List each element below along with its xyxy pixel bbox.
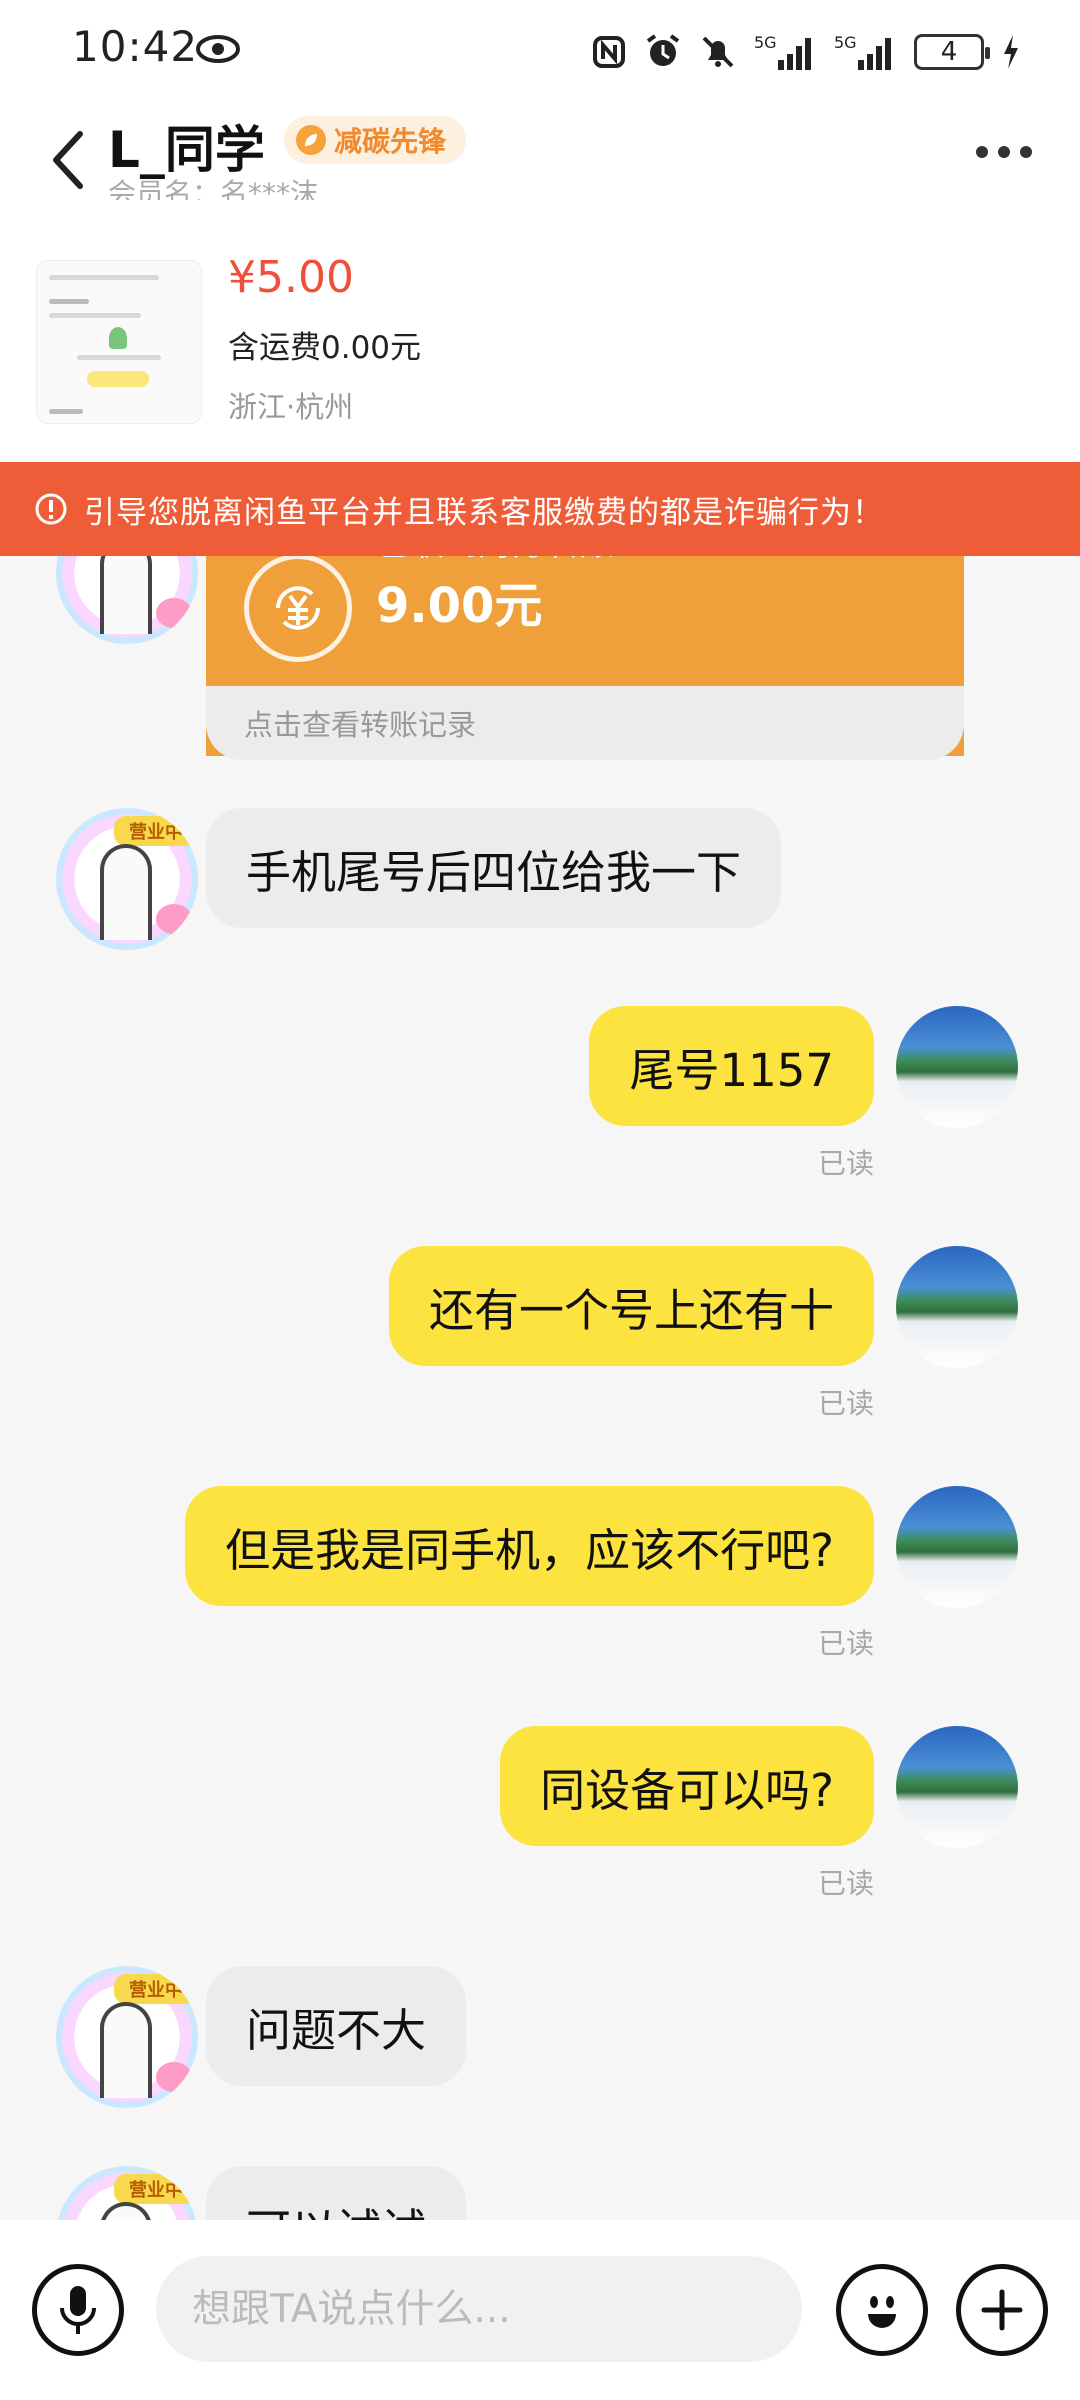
back-arrow-icon[interactable]: [50, 130, 86, 194]
status-time: 10:42: [72, 22, 199, 71]
plus-icon: [981, 2289, 1023, 2331]
nfc-icon: [592, 35, 626, 69]
alarm-icon: [644, 33, 682, 71]
emoji-button[interactable]: [836, 2264, 928, 2356]
smiley-icon: [868, 2296, 896, 2328]
status-icons: 5G 5G 4: [592, 24, 1020, 80]
my-avatar[interactable]: [896, 1246, 1018, 1368]
eye-icon: [196, 34, 240, 68]
svg-text:5G: 5G: [834, 33, 857, 52]
input-bar: [0, 2220, 1080, 2400]
product-thumbnail[interactable]: [36, 260, 202, 424]
signal-icon-1: 5G: [754, 32, 816, 72]
read-receipt: 已读: [817, 1627, 874, 1660]
microphone-icon: [60, 2286, 96, 2334]
more-actions-button[interactable]: [956, 2264, 1048, 2356]
yuan-transfer-icon: [244, 556, 352, 662]
my-avatar[interactable]: [896, 1006, 1018, 1128]
message-list[interactable]: 已收到对方转账 9.00元 点击查看转账记录 营业中 手机尾号后四位给我一下 尾…: [0, 556, 1080, 2220]
message-input[interactable]: [156, 2256, 802, 2362]
chat-header: L_同学 减碳先锋 会员名：名***沫: [0, 100, 1080, 210]
contact-avatar[interactable]: [56, 556, 198, 644]
transfer-title: 已收到对方转账: [376, 556, 614, 565]
more-options-icon[interactable]: [976, 146, 1032, 158]
voice-input-button[interactable]: [32, 2264, 124, 2356]
message-bubble-sent[interactable]: 尾号1157: [589, 1006, 874, 1126]
transfer-amount: 9.00元: [376, 578, 543, 634]
product-price: ¥5.00: [228, 252, 354, 303]
product-card[interactable]: ¥5.00 含运费0.00元 浙江·杭州: [0, 200, 1080, 462]
warning-icon: [34, 492, 68, 526]
svg-text:5G: 5G: [754, 33, 777, 52]
read-receipt: 已读: [817, 1147, 874, 1180]
badge-label: 减碳先锋: [334, 125, 447, 158]
read-receipt: 已读: [817, 1387, 874, 1420]
charging-icon: [1002, 35, 1020, 69]
message-bubble-sent[interactable]: 但是我是同手机，应该不行吧?: [185, 1486, 874, 1606]
my-avatar[interactable]: [896, 1486, 1018, 1608]
message-bubble-received[interactable]: 问题不大: [206, 1966, 467, 2086]
message-bubble-sent[interactable]: 还有一个号上还有十: [388, 1246, 874, 1366]
contact-avatar[interactable]: 营业中: [56, 1966, 198, 2108]
transfer-record-link[interactable]: 点击查看转账记录: [206, 686, 964, 760]
leaf-badge-icon: [296, 125, 326, 155]
warning-text: 引导您脱离闲鱼平台并且联系客服缴费的都是诈骗行为！: [84, 494, 884, 531]
my-avatar[interactable]: [896, 1726, 1018, 1848]
read-receipt: 已读: [817, 1867, 874, 1900]
product-location: 浙江·杭州: [228, 390, 354, 424]
message-bubble-received[interactable]: 可以试试: [206, 2166, 467, 2220]
signal-icon-2: 5G: [834, 32, 896, 72]
product-shipping: 含运费0.00元: [228, 330, 422, 366]
contact-avatar[interactable]: 营业中: [56, 2166, 198, 2220]
status-bar: 10:42 5G 5G 4: [0, 0, 1080, 100]
carbon-badge[interactable]: 减碳先锋: [284, 116, 467, 164]
message-bubble-sent[interactable]: 同设备可以吗?: [500, 1726, 874, 1846]
mute-bell-icon: [700, 34, 736, 70]
battery-indicator: 4: [914, 34, 990, 70]
fraud-warning-banner: 引导您脱离闲鱼平台并且联系客服缴费的都是诈骗行为！: [0, 462, 1080, 556]
message-bubble-received[interactable]: 手机尾号后四位给我一下: [206, 808, 782, 928]
contact-avatar[interactable]: 营业中: [56, 808, 198, 950]
